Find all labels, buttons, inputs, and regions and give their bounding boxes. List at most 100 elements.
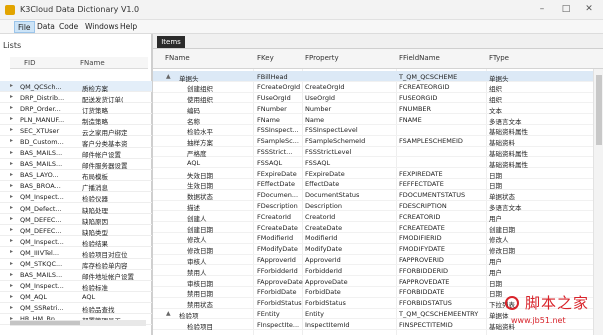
expand-arrow-icon[interactable]: ▸	[10, 182, 13, 189]
table-row[interactable]: ▲ 单据头 FBillHead T_QM_QCSCHEME 单据头	[153, 71, 593, 83]
table-row[interactable]: 编码 FNumber Number FNUMBER 文本	[153, 103, 593, 115]
expand-arrow-icon[interactable]: ▸	[10, 237, 13, 244]
list-item[interactable]: ▸ QM_DEFEC... 缺陷原因	[0, 214, 152, 226]
column-header-fname[interactable]: FName	[80, 59, 105, 67]
table-row[interactable]: 生效日期 FEffectDate EffectDate FEFFECTDATE 日期	[153, 179, 593, 190]
list-item[interactable]: ▸ QM_AQL AQL	[0, 292, 152, 303]
list-item[interactable]: ▸ BAS_MAILS... 邮件地址帐户设置	[0, 270, 152, 281]
expand-arrow-icon[interactable]: ▸	[10, 171, 13, 178]
cell-fkey: FCreateDate	[257, 223, 298, 232]
list-item[interactable]: ▸ BAS_BROA... 广播消息	[0, 181, 152, 192]
list-item-fname: 检验结果	[82, 239, 108, 248]
list-item[interactable]: ▸ QM_DEFEC... 缺陷类型	[0, 225, 152, 237]
expand-arrow-icon[interactable]: ▸	[10, 160, 13, 167]
expand-arrow-icon[interactable]: ▸	[10, 260, 13, 267]
table-row[interactable]: 修改日期 FModifyDate ModifyDate FMODIFYDATE 修改日期	[153, 244, 593, 255]
list-item[interactable]: ▸ DRP_Distrib... 配送发货订单(	[0, 92, 152, 104]
cell-fproperty: FSSInspectLevel	[305, 126, 358, 135]
list-item[interactable]: ▸ QM_Defect... 缺陷处理	[0, 203, 152, 215]
cell-fproperty: FExpireDate	[305, 169, 345, 178]
list-item-fname: 检验仪器	[82, 195, 108, 204]
menu-help[interactable]: Help	[117, 21, 140, 33]
expand-arrow-icon[interactable]: ▸	[10, 93, 13, 100]
collapse-arrow-icon[interactable]: ▲	[166, 73, 171, 80]
table-row[interactable]: 名称 FName Name FNAME 多语言文本	[153, 114, 593, 126]
grid-header: FName FKey FProperty FFieldName FType	[153, 49, 603, 69]
expand-arrow-icon[interactable]: ▸	[10, 282, 13, 289]
expand-arrow-icon[interactable]: ▸	[10, 215, 13, 222]
table-row[interactable]: 禁用人 FForbidderId ForbidderId FFORBIDDERID 用户	[153, 265, 593, 277]
cell-ffieldname: FFORBIDDATE	[399, 288, 445, 297]
list-item[interactable]: ▸ SEC_XTUser 云之家用户绑定	[0, 125, 152, 137]
expand-arrow-icon[interactable]: ▸	[10, 137, 13, 144]
menu-data[interactable]: Data	[34, 21, 58, 33]
lists-horizontal-scrollbar[interactable]	[10, 320, 146, 326]
app-icon	[5, 5, 15, 15]
close-button[interactable]: ✕	[578, 2, 600, 16]
column-header-ftype[interactable]: FType	[489, 54, 509, 62]
list-item[interactable]: ▸ QM_SSRetri... 检验品查找	[0, 303, 152, 314]
list-item[interactable]: ▸ QM_Inspect... 检验仪器	[0, 192, 152, 203]
list-item[interactable]: ▸ QM_Inspect... 检验结果	[0, 236, 152, 248]
tab-items[interactable]: Items	[157, 36, 185, 48]
column-header-fid[interactable]: FID	[24, 59, 35, 67]
expand-arrow-icon[interactable]: ▸	[10, 293, 13, 300]
table-row[interactable]: 失效日期 FExpireDate FExpireDate FEXPIREDATE 日期	[153, 168, 593, 180]
table-row[interactable]: 数据状态 FDocumen... DocumentStatus FDOCUMENTST…	[153, 190, 593, 201]
column-header-fkey[interactable]: FKey	[257, 54, 274, 62]
menu-code[interactable]: Code	[56, 21, 81, 33]
list-item-fname: 广播消息	[82, 184, 108, 193]
list-item[interactable]: ▸ BD_Custom... 客户分类基本资	[0, 136, 152, 148]
list-item[interactable]: ▸ BAS_MAILS... 邮件服务器设置	[0, 159, 152, 170]
list-item[interactable]: ▸ DRP_Order... 订货策略	[0, 103, 152, 115]
expand-arrow-icon[interactable]: ▸	[10, 271, 13, 278]
list-item[interactable]: ▸ QM_STKQC... 库存检验单内容	[0, 259, 152, 270]
expand-arrow-icon[interactable]: ▸	[10, 104, 13, 111]
cell-fproperty: ModifierId	[305, 234, 338, 243]
column-header-fname[interactable]: FName	[165, 54, 190, 62]
list-item[interactable]: ▸ QM_IIIVTel... 检验项目对应位	[0, 247, 152, 259]
expand-arrow-icon[interactable]: ▸	[10, 126, 13, 133]
table-row[interactable]: 修改人 FModifierId ModifierId FMODIFIERID 修改人	[153, 233, 593, 244]
expand-arrow-icon[interactable]: ▸	[10, 226, 13, 233]
table-row[interactable]: 审核日期 FApproveDate ApproveDate FAPPROVEDATE 日…	[153, 276, 593, 288]
table-row[interactable]: 严格度 FSSStrict... FSSStrictLevel 基础资料属性	[153, 147, 593, 158]
column-header-ffieldname[interactable]: FFieldName	[399, 54, 440, 62]
cell-fproperty: FSSStrictLevel	[305, 148, 352, 157]
expand-arrow-icon[interactable]: ▸	[10, 204, 13, 211]
table-row[interactable]: AQL FSSAQL FSSAQL 基础资料属性	[153, 157, 593, 169]
cell-fproperty: Description	[305, 202, 343, 211]
maximize-button[interactable]: □	[555, 2, 577, 16]
collapse-arrow-icon[interactable]: ▲	[166, 310, 171, 317]
table-row[interactable]: 抽样方案 FSampleSc... FSampleSchemeId FSAMPLESC…	[153, 136, 593, 147]
list-item[interactable]: ▸ BAS_LAYO... 布局模板	[0, 170, 152, 181]
column-header-fproperty[interactable]: FProperty	[305, 54, 339, 62]
minimize-button[interactable]: –	[531, 2, 553, 16]
table-row[interactable]: 创建日期 FCreateDate CreateDate FCREATEDATE 创建日期	[153, 222, 593, 234]
table-row[interactable]: 创建人 FCreatorId CreatorId FCREATORID 用户	[153, 211, 593, 223]
scrollbar-thumb[interactable]	[10, 321, 80, 325]
expand-arrow-icon[interactable]: ▸	[10, 248, 13, 255]
list-item[interactable]: ▸ QM_Inspect... 检验标准	[0, 281, 152, 292]
list-item[interactable]: ▸ PLN_MANUF... 制造策略	[0, 114, 152, 126]
table-row[interactable]: 创建组织 FCreateOrgId CreateOrgId FCREATEORGID 组…	[153, 82, 593, 93]
expand-arrow-icon[interactable]: ▸	[10, 82, 13, 89]
table-row[interactable]: 检验水平 FSSInspect... FSSInspectLevel 基础资料属性	[153, 125, 593, 136]
table-row[interactable]: 描述 FDescription Description FDESCRIPTION 多语言…	[153, 201, 593, 212]
cell-fproperty: CreatorId	[305, 212, 336, 221]
cell-ffieldname: T_QM_QCSCHEMEENTRY	[399, 310, 479, 319]
expand-arrow-icon[interactable]: ▸	[10, 115, 13, 122]
menu-windows[interactable]: Windows	[82, 21, 121, 33]
table-row[interactable]: 审核人 FApproverId ApproverId FAPPROVERID 用户	[153, 255, 593, 266]
list-item[interactable]: ▸ BAS_MAILS... 邮件帐户设置	[0, 148, 152, 159]
expand-arrow-icon[interactable]: ▸	[10, 304, 13, 311]
list-item[interactable]: ▸ QM_QCSch... 质检方案	[0, 81, 152, 93]
table-row[interactable]: 使用组织 FUseOrgId UseOrgId FUSEORGID 组织	[153, 93, 593, 104]
scrollbar-thumb[interactable]	[596, 75, 602, 145]
expand-arrow-icon[interactable]: ▸	[10, 193, 13, 200]
list-item-fname: 检验项目对应位	[82, 250, 128, 259]
list-item-fname: 质检方案	[82, 84, 108, 93]
expand-arrow-icon[interactable]: ▸	[10, 149, 13, 156]
cell-ffieldname: FNUMBER	[399, 104, 432, 113]
menu-file[interactable]: File	[14, 21, 35, 33]
